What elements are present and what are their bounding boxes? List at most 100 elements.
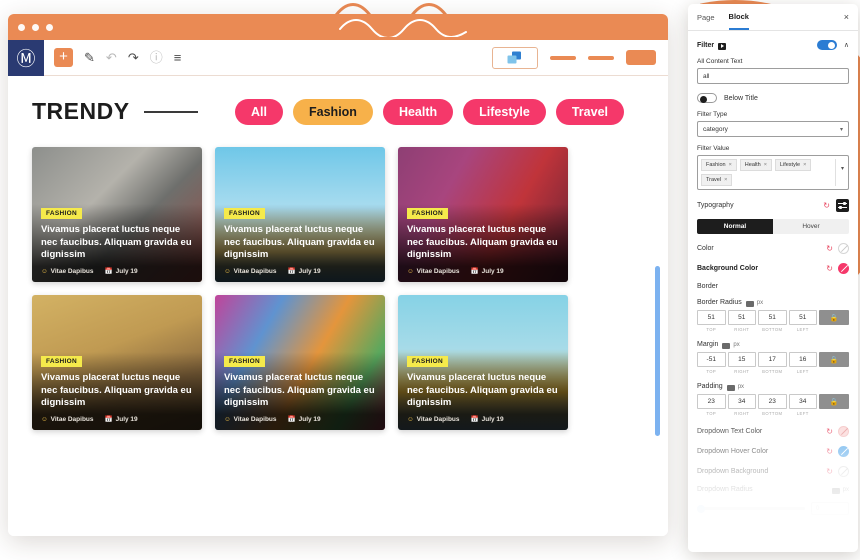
margin-bottom[interactable]: 17 bbox=[758, 352, 787, 367]
device-icon[interactable] bbox=[726, 384, 735, 391]
typography-reset-icon[interactable]: ↻ bbox=[823, 201, 830, 210]
undo-icon[interactable]: ↶ bbox=[106, 51, 117, 64]
padding-bottom[interactable]: 23 bbox=[758, 394, 787, 409]
tag-travel[interactable]: Travel × bbox=[701, 174, 733, 186]
padding-top[interactable]: 23 bbox=[697, 394, 726, 409]
category-badge[interactable]: FASHION bbox=[407, 208, 448, 220]
card-title[interactable]: Vivamus placerat luctus neque nec faucib… bbox=[407, 372, 560, 410]
margin-right[interactable]: 15 bbox=[727, 352, 756, 367]
card-title[interactable]: Vivamus placerat luctus neque nec faucib… bbox=[41, 224, 194, 262]
filter-pill-travel[interactable]: Travel bbox=[555, 98, 624, 125]
typography-settings-icon[interactable] bbox=[836, 199, 849, 212]
add-block-button[interactable]: + bbox=[54, 48, 73, 67]
wordpress-logo-icon[interactable]: Ⓜ bbox=[8, 39, 44, 76]
category-badge[interactable]: FASHION bbox=[224, 356, 265, 368]
below-title-toggle[interactable] bbox=[697, 93, 717, 103]
tab-normal[interactable]: Normal bbox=[697, 219, 773, 234]
toolbar-placeholder-1[interactable] bbox=[550, 55, 576, 60]
close-icon[interactable]: × bbox=[844, 12, 849, 22]
padding-link-icon[interactable]: 🔒 bbox=[819, 394, 849, 409]
color-swatch[interactable] bbox=[838, 243, 849, 254]
tag-label: Lifestyle bbox=[779, 162, 801, 168]
toolbar-placeholder-2[interactable] bbox=[588, 55, 614, 60]
tab-page[interactable]: Page bbox=[697, 13, 715, 29]
margin-left[interactable]: 16 bbox=[788, 352, 817, 367]
card-title[interactable]: Vivamus placerat luctus neque nec faucib… bbox=[224, 224, 377, 262]
padding-left[interactable]: 34 bbox=[788, 394, 817, 409]
category-badge[interactable]: FASHION bbox=[224, 208, 265, 220]
margin-header: Margin px bbox=[697, 341, 849, 349]
dropdown-text-color-reset-icon[interactable]: ↻ bbox=[826, 427, 833, 436]
background-color-swatch[interactable] bbox=[838, 263, 849, 274]
info-icon[interactable]: ⓘ bbox=[150, 51, 163, 64]
publish-button[interactable] bbox=[626, 50, 656, 65]
device-icon[interactable] bbox=[745, 300, 754, 307]
dropdown-hover-color-swatch[interactable] bbox=[838, 446, 849, 457]
card-title[interactable]: Vivamus placerat luctus neque nec faucib… bbox=[41, 372, 194, 410]
background-color-reset-icon[interactable]: ↻ bbox=[826, 264, 833, 273]
pencil-icon[interactable]: ✎ bbox=[84, 51, 95, 64]
filter-value-tags[interactable]: Fashion × Health × Lifestyle × Travel × ▾ bbox=[697, 155, 849, 190]
padding-right[interactable]: 34 bbox=[727, 394, 756, 409]
slider-knob[interactable] bbox=[697, 504, 705, 513]
dropdown-radius-slider[interactable] bbox=[697, 504, 805, 513]
dropdown-radius-input[interactable]: 0 bbox=[811, 502, 849, 515]
redo-icon[interactable]: ↷ bbox=[128, 51, 139, 64]
card-author-label: Vitae Dapibus bbox=[50, 415, 94, 423]
post-card[interactable]: FASHION Vivamus placerat luctus neque ne… bbox=[215, 147, 385, 282]
window-dot-minimize[interactable] bbox=[32, 23, 39, 31]
tag-fashion[interactable]: Fashion × bbox=[701, 159, 737, 171]
all-content-text-input[interactable]: all bbox=[697, 68, 849, 84]
tag-remove-icon[interactable]: × bbox=[729, 162, 732, 168]
tag-remove-icon[interactable]: × bbox=[764, 162, 767, 168]
list-view-icon[interactable]: ≡ bbox=[174, 51, 182, 64]
post-card[interactable]: FASHION Vivamus placerat luctus neque ne… bbox=[398, 147, 568, 282]
device-icon[interactable] bbox=[722, 342, 731, 349]
dropdown-text-color-swatch[interactable] bbox=[838, 426, 849, 437]
toolbar-left-icons: + ✎ ↶ ↷ ⓘ ≡ bbox=[44, 48, 181, 67]
border-radius-top[interactable]: 51 bbox=[697, 310, 726, 325]
post-card[interactable]: FASHION Vivamus placerat luctus neque ne… bbox=[215, 295, 385, 430]
filter-type-select[interactable]: category ▾ bbox=[697, 121, 849, 137]
chevron-up-icon[interactable]: ∧ bbox=[844, 41, 849, 49]
window-dot-close[interactable] bbox=[18, 23, 25, 31]
margin-top[interactable]: -51 bbox=[697, 352, 726, 367]
post-card[interactable]: FASHION Vivamus placerat luctus neque ne… bbox=[32, 147, 202, 282]
padding-sides: TOP RIGHT BOTTOM LEFT bbox=[697, 409, 849, 416]
category-badge[interactable]: FASHION bbox=[41, 208, 82, 220]
window-dot-maximize[interactable] bbox=[46, 23, 53, 31]
category-badge[interactable]: FASHION bbox=[407, 356, 448, 368]
category-badge[interactable]: FASHION bbox=[41, 356, 82, 368]
dropdown-hover-color-reset-icon[interactable]: ↻ bbox=[826, 447, 833, 456]
dropdown-background-swatch[interactable] bbox=[838, 466, 849, 477]
post-card[interactable]: FASHION Vivamus placerat luctus neque ne… bbox=[32, 295, 202, 430]
scrollbar-thumb[interactable] bbox=[655, 266, 660, 436]
card-date-label: July 19 bbox=[115, 415, 138, 423]
border-radius-link-icon[interactable]: 🔒 bbox=[819, 310, 849, 325]
dropdown-background-reset-icon[interactable]: ↻ bbox=[826, 467, 833, 476]
post-card[interactable]: FASHION Vivamus placerat luctus neque ne… bbox=[398, 295, 568, 430]
border-radius-bottom[interactable]: 51 bbox=[758, 310, 787, 325]
tag-lifestyle[interactable]: Lifestyle × bbox=[774, 159, 812, 171]
tab-hover[interactable]: Hover bbox=[773, 219, 849, 234]
device-icon[interactable] bbox=[831, 487, 840, 494]
blocks-icon-button[interactable] bbox=[492, 46, 538, 69]
color-reset-icon[interactable]: ↻ bbox=[826, 244, 833, 253]
margin-link-icon[interactable]: 🔒 bbox=[819, 352, 849, 367]
filter-toggle[interactable] bbox=[816, 40, 837, 50]
filter-pill-lifestyle[interactable]: Lifestyle bbox=[463, 98, 546, 125]
border-radius-left[interactable]: 51 bbox=[788, 310, 817, 325]
tag-remove-icon[interactable]: × bbox=[724, 177, 727, 183]
tag-health[interactable]: Health × bbox=[739, 159, 772, 171]
filter-pill-health[interactable]: Health bbox=[382, 98, 454, 125]
filter-pill-fashion[interactable]: Fashion bbox=[293, 98, 373, 125]
tag-remove-icon[interactable]: × bbox=[803, 162, 806, 168]
chevron-down-icon[interactable]: ▾ bbox=[841, 165, 844, 172]
card-title[interactable]: Vivamus placerat luctus neque nec faucib… bbox=[224, 372, 377, 410]
side-left: LEFT bbox=[796, 369, 809, 374]
card-title[interactable]: Vivamus placerat luctus neque nec faucib… bbox=[407, 224, 560, 262]
filter-pill-all[interactable]: All bbox=[235, 98, 284, 125]
tab-block[interactable]: Block bbox=[728, 12, 749, 30]
border-radius-right[interactable]: 51 bbox=[727, 310, 756, 325]
video-help-icon[interactable] bbox=[718, 42, 727, 50]
